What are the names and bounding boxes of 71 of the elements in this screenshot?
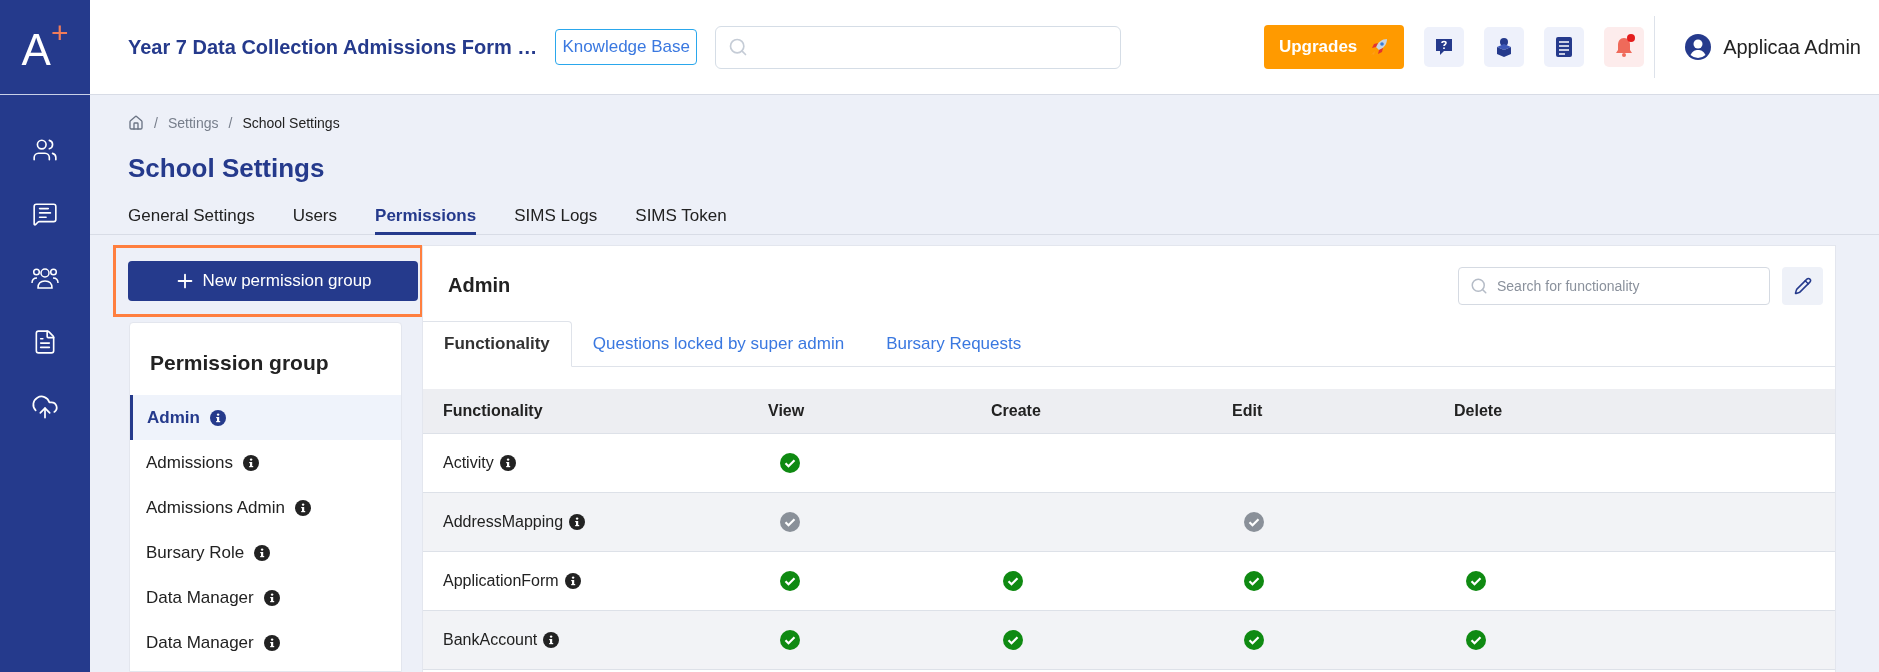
permission-group-item[interactable]: Admissions [130, 440, 401, 485]
column-header: Edit [1231, 402, 1264, 420]
settings-tab[interactable]: SIMS Token [635, 206, 727, 235]
home-icon[interactable] [128, 115, 144, 131]
info-icon[interactable] [254, 544, 271, 561]
message-icon[interactable] [32, 201, 58, 227]
group-title: Admin [448, 274, 511, 297]
bell-icon [1614, 36, 1635, 58]
pencil-icon [1793, 276, 1812, 295]
settings-tab[interactable]: Permissions [375, 206, 477, 235]
form-title: Year 7 Data Collection Admissions Form … [128, 35, 538, 59]
info-icon[interactable] [263, 589, 280, 606]
search-icon [727, 37, 748, 57]
functionality-name: BankAccount [443, 631, 538, 649]
column-header: Create [990, 402, 1042, 420]
info-icon[interactable] [569, 514, 586, 530]
info-icon[interactable] [564, 573, 581, 589]
search-field[interactable]: Search for functionality [1458, 266, 1770, 305]
group-name: Admissions Admin [146, 497, 285, 518]
info-icon[interactable] [294, 499, 311, 516]
breadcrumb-current: School Settings [242, 115, 340, 131]
group-name: Data Manager [146, 587, 254, 608]
column-header: Functionality [442, 402, 544, 420]
help-icon [1434, 37, 1455, 57]
new-permission-group-button[interactable]: New permission group [128, 261, 418, 301]
notes-button[interactable] [1544, 27, 1585, 67]
breadcrumb-separator: / [154, 115, 158, 131]
group-name: Bursary Role [146, 542, 245, 563]
notification-button[interactable] [1604, 27, 1645, 67]
detail-tab[interactable]: Bursary Requests [865, 321, 1043, 367]
rocket-icon [1369, 37, 1390, 57]
group-name: Admissions [146, 452, 233, 473]
group-name: Admin [147, 407, 200, 428]
group-name: Data Manager [146, 632, 254, 653]
permission-group-item[interactable]: Admin [130, 395, 401, 440]
permission-group-item[interactable]: Admissions Admin [130, 485, 401, 530]
user-name[interactable]: Applicaa Admin [1723, 35, 1861, 59]
functionality-name: AddressMapping [443, 513, 564, 531]
user-avatar-icon[interactable] [1685, 34, 1712, 60]
page-title: School Settings [128, 153, 326, 184]
info-icon[interactable] [543, 632, 560, 648]
panel-title: Permission group [149, 351, 330, 375]
settings-tab[interactable]: SIMS Logs [514, 206, 598, 235]
search-field[interactable] [714, 25, 1121, 69]
breadcrumb-separator: / [228, 115, 233, 131]
group-icon[interactable] [31, 265, 59, 291]
settings-tab[interactable]: General Settings [128, 206, 255, 235]
info-icon[interactable] [242, 454, 259, 471]
notes-icon [1555, 36, 1574, 58]
info-icon[interactable] [263, 634, 280, 651]
functionality-name: ApplicationForm [443, 572, 559, 590]
help-button[interactable] [1424, 27, 1465, 67]
breadcrumb-link[interactable]: Settings [167, 115, 219, 131]
functionality-name: Activity [443, 454, 494, 472]
detail-tab[interactable]: Questions locked by super admin [571, 321, 866, 367]
info-icon[interactable] [499, 455, 516, 471]
permission-group-item[interactable]: Data Manager [130, 575, 401, 620]
permission-group-item[interactable]: Bursary Role [130, 530, 401, 575]
edit-button[interactable] [1782, 266, 1823, 305]
app-logo[interactable]: A+ [21, 22, 69, 72]
info-icon[interactable] [209, 409, 226, 426]
detail-tab[interactable]: Functionality [423, 321, 572, 367]
column-header: View [767, 402, 806, 420]
permission-group-item[interactable]: Data Manager [130, 620, 401, 665]
settings-tab[interactable]: Users [292, 206, 338, 235]
package-button[interactable] [1484, 27, 1525, 67]
search-icon [1470, 276, 1488, 295]
people-icon[interactable] [32, 137, 58, 163]
column-header: Delete [1453, 402, 1504, 420]
cloud-upload-icon[interactable] [31, 393, 59, 421]
knowledge-base-link[interactable]: Knowledge Base [555, 29, 697, 65]
